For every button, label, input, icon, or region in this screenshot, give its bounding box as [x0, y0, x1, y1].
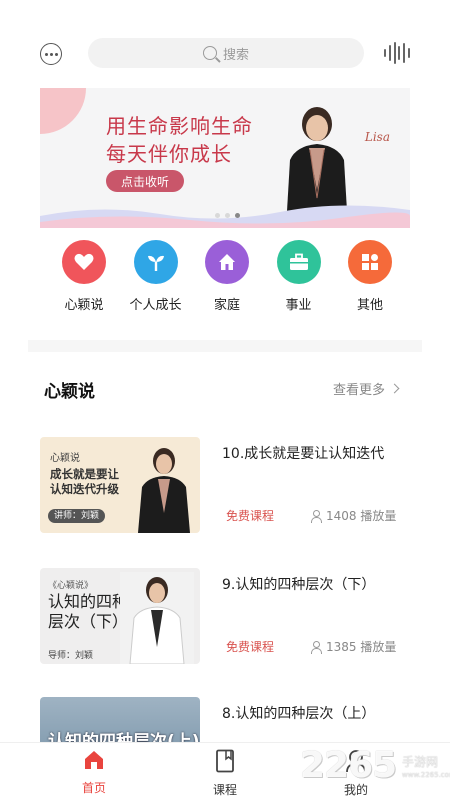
nav-courses-label: 课程: [212, 783, 237, 797]
thumbnail-line2: 层次（下）: [48, 612, 129, 631]
lecturer-photo: [138, 448, 190, 533]
course-price-tag: 免费课程: [226, 640, 275, 654]
lecturer-photo: [120, 572, 194, 664]
nav-home-label: 首页: [81, 781, 106, 795]
listen-button[interactable]: 点击收听: [106, 170, 184, 192]
user-icon: [310, 509, 322, 523]
course-item[interactable]: 《心颖说》 认知的四种 层次（下） 导师：刘颖 9.认知的四种层次（下） 免费课…: [40, 568, 410, 664]
play-count-value: 1385 播放量: [326, 640, 397, 654]
thumbnail-brand: 《心颖说》: [48, 581, 94, 591]
course-thumbnail: 心颖说 成长就是要让 认知迭代升级 讲师：刘颖: [40, 437, 200, 533]
course-item[interactable]: 心颖说 成长就是要让 认知迭代升级 讲师：刘颖 10.成长就是要让认知迭代 免费…: [40, 437, 410, 533]
search-bar[interactable]: 搜索: [88, 38, 364, 68]
course-thumbnail: 《心颖说》 认知的四种 层次（下） 导师：刘颖: [40, 568, 200, 664]
thumbnail-headline: 成长就是要让 认知迭代升级: [50, 467, 119, 497]
watermark-text: 手游网: [402, 755, 439, 769]
banner-decoration: [40, 88, 86, 134]
message-icon[interactable]: [40, 43, 62, 65]
voice-wave-icon[interactable]: [384, 41, 410, 65]
play-count-value: 1408 播放量: [326, 509, 397, 523]
grid-icon: [348, 240, 392, 284]
search-placeholder: 搜索: [222, 47, 249, 63]
category-row: 心颖说 个人成长 家庭 事业 其他: [40, 240, 410, 320]
banner-slogan-line1: 用生命影响生命: [106, 114, 253, 138]
book-icon: [216, 749, 234, 773]
user-icon: [310, 640, 322, 654]
site-watermark: 2265 手游网 www.2265.com: [300, 745, 450, 795]
play-count: 1408 播放量: [310, 507, 396, 524]
thumbnail-tutor: 导师：刘颖: [48, 651, 94, 661]
watermark-url: www.2265.com: [402, 771, 450, 779]
banner-slogan-line2: 每天伴你成长: [106, 142, 232, 166]
section-title: 心颖说: [44, 382, 95, 402]
category-label: 心颖说: [64, 298, 104, 313]
view-more-label: 查看更多: [333, 383, 386, 398]
play-count: 1385 播放量: [310, 638, 396, 655]
home-icon: [85, 751, 103, 769]
briefcase-icon: [276, 240, 321, 284]
thumbnail-brand: 心颖说: [50, 453, 80, 464]
category-label: 其他: [356, 298, 383, 313]
chevron-right-icon: [389, 383, 400, 394]
watermark-number: 2265: [300, 745, 397, 786]
course-title: 10.成长就是要让认知迭代: [222, 446, 385, 462]
category-other[interactable]: 其他: [340, 240, 400, 320]
category-label: 个人成长: [129, 298, 182, 313]
nav-home[interactable]: 首页: [64, 749, 124, 796]
search-icon: [202, 46, 217, 60]
section-divider: [28, 340, 422, 352]
category-career[interactable]: 事业: [269, 240, 329, 320]
category-label: 事业: [285, 298, 312, 313]
promo-banner[interactable]: 用生命影响生命 每天伴你成长 点击收听 Lisa: [40, 88, 410, 228]
sprout-icon: [133, 240, 178, 284]
top-header: 搜索: [0, 0, 450, 80]
course-title: 9.认知的四种层次（下）: [222, 577, 376, 593]
thumbnail-headline: 认知的四种 层次（下）: [48, 592, 128, 632]
category-family[interactable]: 家庭: [197, 240, 257, 320]
view-more-link[interactable]: 查看更多: [333, 379, 400, 398]
house-icon: [205, 240, 249, 284]
course-price-tag: 免费课程: [226, 509, 275, 523]
thumbnail-line2: 认知迭代升级: [50, 482, 119, 496]
course-title: 8.认知的四种层次（上）: [222, 706, 376, 722]
nav-courses[interactable]: 课程: [195, 749, 255, 798]
thumbnail-line1: 认知的四种: [48, 592, 129, 611]
category-label: 家庭: [213, 298, 240, 313]
category-xinying[interactable]: 心颖说: [54, 240, 114, 320]
carousel-indicator: [215, 213, 240, 218]
category-personal-growth[interactable]: 个人成长: [126, 240, 186, 320]
heart-icon: [62, 240, 106, 284]
thumbnail-line1: 成长就是要让: [50, 467, 119, 481]
banner-signature: Lisa: [364, 130, 390, 144]
thumbnail-lecturer: 讲师：刘颖: [48, 509, 106, 523]
